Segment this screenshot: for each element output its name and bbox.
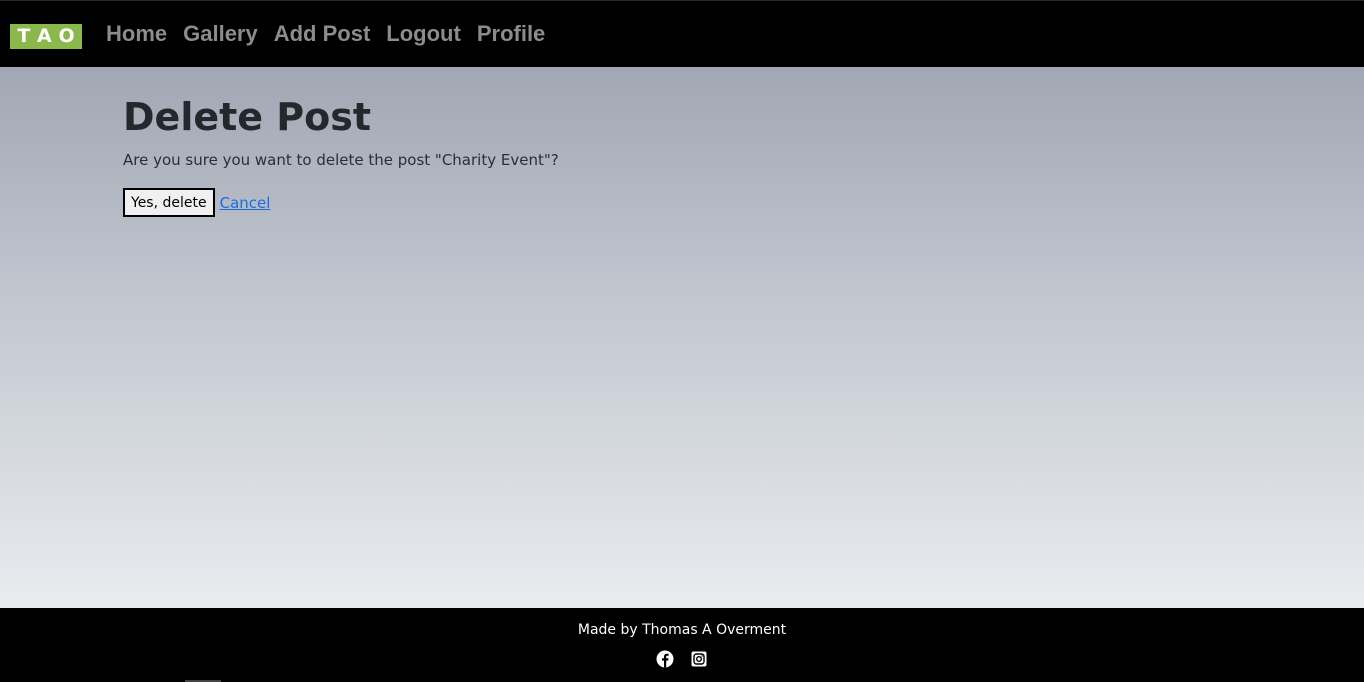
logo-letter-a: A [37, 25, 52, 47]
navbar: T A O Home Gallery Add Post Logout Profi… [0, 0, 1364, 67]
instagram-icon[interactable] [690, 650, 708, 668]
logo-letter-t: T [17, 25, 31, 47]
nav-link-profile[interactable]: Profile [477, 20, 545, 48]
nav-link-add-post[interactable]: Add Post [274, 20, 371, 48]
delete-confirmation-text: Are you sure you want to delete the post… [123, 151, 559, 169]
nav-link-home[interactable]: Home [106, 20, 167, 48]
brand-logo[interactable]: T A O [10, 24, 82, 49]
confirm-delete-button[interactable]: Yes, delete [123, 188, 215, 217]
page-title: Delete Post [123, 95, 372, 139]
nav-links: Home Gallery Add Post Logout Profile [106, 20, 561, 48]
facebook-icon[interactable] [656, 650, 674, 668]
cancel-link[interactable]: Cancel [220, 194, 271, 212]
logo-letter-o: O [58, 25, 75, 47]
main-content: Delete Post Are you sure you want to del… [0, 67, 1364, 608]
social-links [0, 650, 1364, 668]
footer: Made by Thomas A Overment [0, 608, 1364, 682]
nav-link-gallery[interactable]: Gallery [183, 20, 258, 48]
footer-credit: Made by Thomas A Overment [577, 622, 787, 638]
nav-link-logout[interactable]: Logout [386, 20, 461, 48]
delete-actions: Yes, delete Cancel [123, 188, 270, 217]
